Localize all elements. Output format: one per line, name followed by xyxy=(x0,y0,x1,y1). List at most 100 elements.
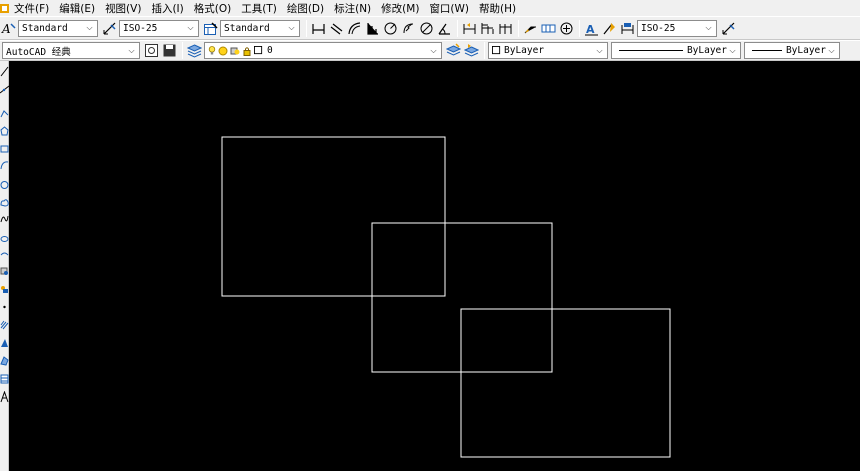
menu-modify[interactable]: 修改(M) xyxy=(381,1,419,16)
table-style-select[interactable]: Standard ⌵ xyxy=(220,19,300,37)
rectangle-1[interactable] xyxy=(221,136,446,297)
dim-style-value-2: ISO-25 xyxy=(641,22,676,34)
toolbar-separator xyxy=(579,19,580,37)
chevron-down-icon: ⌵ xyxy=(86,23,93,32)
tolerance-icon[interactable] xyxy=(540,20,557,37)
line-icon[interactable] xyxy=(0,65,9,77)
menu-help[interactable]: 帮助(H) xyxy=(479,1,516,16)
make-block-icon[interactable] xyxy=(0,283,9,295)
dim-style-value: ISO-25 xyxy=(123,22,158,34)
lineweight-control-select[interactable]: ByLayer ⌵ xyxy=(744,42,840,59)
table-icon[interactable] xyxy=(0,373,9,385)
model-space-view[interactable] xyxy=(10,62,860,471)
center-mark-icon[interactable] xyxy=(558,20,575,37)
dim-style-select[interactable]: ISO-25 ⌵ xyxy=(119,19,199,37)
linear-dimension-icon[interactable] xyxy=(310,20,327,37)
table-style-icon[interactable] xyxy=(202,20,219,37)
toolbar-separator xyxy=(306,19,307,37)
menu-view[interactable]: 视图(V) xyxy=(105,1,141,16)
text-style-value: Standard xyxy=(22,22,68,34)
svg-text:A: A xyxy=(586,23,595,36)
linetype-control-select[interactable]: ByLayer ⌵ xyxy=(611,42,741,59)
sun-icon xyxy=(218,46,228,55)
lock-icon xyxy=(243,46,251,56)
chevron-down-icon: ⌵ xyxy=(828,45,835,55)
layer-select[interactable]: 0 ⌵ xyxy=(204,42,442,59)
polyline-icon[interactable] xyxy=(0,107,9,119)
menu-tools[interactable]: 工具(T) xyxy=(241,1,277,16)
color-value: ByLayer xyxy=(504,45,545,56)
revision-cloud-icon[interactable] xyxy=(0,197,9,209)
arc-icon[interactable] xyxy=(0,159,9,171)
workspace-select[interactable]: AutoCAD 经典 ⌵ xyxy=(2,42,140,59)
drawing-canvas[interactable] xyxy=(10,62,860,471)
hatch-icon[interactable] xyxy=(0,319,9,331)
viewport-freeze-icon xyxy=(230,47,240,54)
dim-update-icon[interactable] xyxy=(619,20,636,37)
ellipse-arc-icon[interactable] xyxy=(0,249,9,261)
insert-block-icon[interactable] xyxy=(0,265,9,277)
toolbar-separator xyxy=(518,19,519,37)
layer-properties-manager-icon[interactable] xyxy=(186,42,203,59)
menu-bar: 文件(F) 编辑(E) 视图(V) 插入(I) 格式(O) 工具(T) 绘图(D… xyxy=(0,0,860,16)
rectangle-icon[interactable] xyxy=(0,143,9,155)
layer-previous-icon[interactable] xyxy=(463,42,480,59)
save-workspace-icon[interactable] xyxy=(161,42,178,59)
ellipse-icon[interactable] xyxy=(0,233,9,245)
quick-dimension-icon[interactable] xyxy=(461,20,478,37)
menu-format[interactable]: 格式(O) xyxy=(194,1,231,16)
chevron-down-icon: ⌵ xyxy=(705,23,712,32)
lineweight-preview xyxy=(752,50,782,51)
make-object-layer-current-icon[interactable] xyxy=(445,42,462,59)
text-style-select[interactable]: Standard ⌵ xyxy=(18,19,98,37)
workspace-settings-icon[interactable] xyxy=(143,42,160,59)
chevron-down-icon: ⌵ xyxy=(729,45,736,55)
linetype-value: ByLayer xyxy=(686,45,727,56)
color-swatch-icon xyxy=(492,46,501,55)
radius-dimension-icon[interactable] xyxy=(382,20,399,37)
jogged-dimension-icon[interactable] xyxy=(400,20,417,37)
aligned-dimension-icon[interactable] xyxy=(328,20,345,37)
toolbar-separator xyxy=(457,19,458,37)
text-style-icon[interactable]: A xyxy=(0,20,17,37)
table-style-value: Standard xyxy=(224,22,270,34)
menu-dimension[interactable]: 标注(N) xyxy=(334,1,371,16)
menu-edit[interactable]: 编辑(E) xyxy=(59,1,95,16)
angular-dimension-icon[interactable] xyxy=(436,20,453,37)
rectangle-3[interactable] xyxy=(460,308,671,458)
continue-dimension-icon[interactable] xyxy=(497,20,514,37)
quick-leader-icon[interactable] xyxy=(522,20,539,37)
construction-line-icon[interactable] xyxy=(0,83,9,95)
menu-window[interactable]: 窗口(W) xyxy=(429,1,469,16)
chevron-down-icon: ⌵ xyxy=(430,45,437,55)
baseline-dimension-icon[interactable] xyxy=(479,20,496,37)
layer-state-icons: 0 xyxy=(208,45,273,56)
circle-icon[interactable] xyxy=(0,179,9,191)
dim-style-icon[interactable] xyxy=(101,20,118,37)
point-icon[interactable] xyxy=(0,301,9,313)
layer-color-swatch xyxy=(254,46,263,55)
arc-length-icon[interactable] xyxy=(346,20,363,37)
layer-name: 0 xyxy=(267,45,273,56)
dim-style-select-2[interactable]: ISO-25 ⌵ xyxy=(637,19,717,37)
color-control-select[interactable]: ByLayer ⌵ xyxy=(488,42,608,59)
menu-file[interactable]: 文件(F) xyxy=(14,1,49,16)
chevron-down-icon: ⌵ xyxy=(288,23,295,32)
rectangle-2[interactable] xyxy=(371,222,553,373)
spline-icon[interactable] xyxy=(0,213,9,225)
menu-insert[interactable]: 插入(I) xyxy=(151,1,183,16)
chevron-down-icon: ⌵ xyxy=(187,23,194,32)
region-icon[interactable] xyxy=(0,355,9,367)
layers-properties-toolbar: AutoCAD 经典 ⌵ 0 ⌵ ByLayer ⌵ ByLayer ⌵ ByL… xyxy=(0,40,860,61)
dim-text-edit-icon[interactable] xyxy=(601,20,618,37)
polygon-icon[interactable] xyxy=(0,125,9,137)
dim-edit-icon[interactable]: A xyxy=(583,20,600,37)
ordinate-dimension-icon[interactable] xyxy=(364,20,381,37)
menu-draw[interactable]: 绘图(D) xyxy=(287,1,324,16)
diameter-dimension-icon[interactable] xyxy=(418,20,435,37)
gradient-icon[interactable] xyxy=(0,337,9,349)
toolbar-separator xyxy=(182,42,183,59)
dim-style-manager-icon[interactable] xyxy=(720,20,737,37)
multiline-text-icon[interactable] xyxy=(0,391,9,403)
autocad-app-icon[interactable] xyxy=(0,3,10,14)
